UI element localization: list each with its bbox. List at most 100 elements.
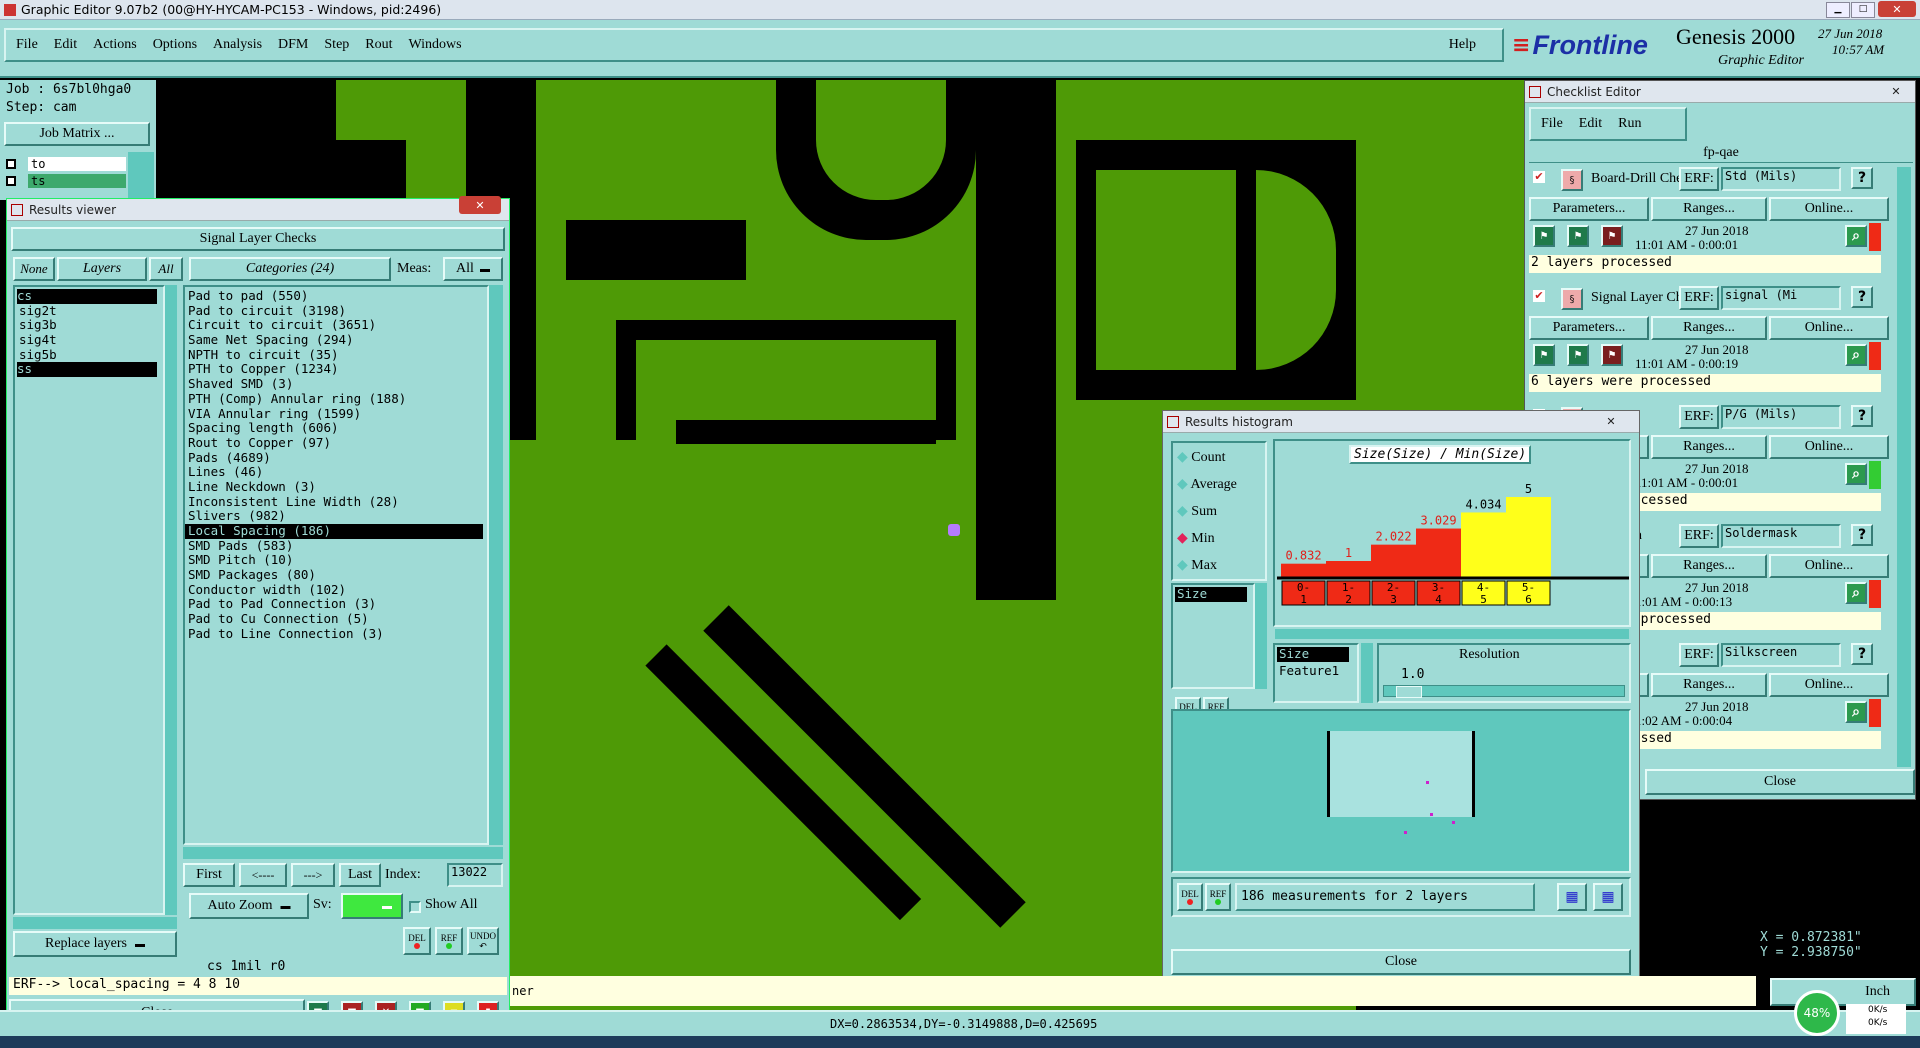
check-icon[interactable]: ✔ [1533,290,1545,302]
checklist-menu-run[interactable]: Run [1618,116,1641,132]
summary-del-button[interactable]: DEL [1177,883,1203,911]
job-matrix-button[interactable]: Job Matrix ... [4,122,150,146]
attribute-list[interactable]: Size [1171,583,1255,689]
checklist-menu-file[interactable]: File [1541,116,1563,132]
layer-row-to[interactable]: to [6,156,126,171]
erf-value[interactable]: Soldermask [1721,524,1841,548]
ranges-button[interactable]: Ranges... [1651,197,1767,221]
list-item[interactable]: Pad to Line Connection (3) [185,626,487,642]
minimize-icon[interactable]: ▁ [1826,2,1850,18]
none-button[interactable]: None [13,257,55,281]
list-item[interactable]: Lines (46) [185,465,487,480]
list-item[interactable]: Line Neckdown (3) [185,479,487,495]
help-question-icon[interactable]: ? [1851,286,1873,308]
online-button[interactable]: Online... [1769,673,1889,697]
zoom-icon[interactable]: ⌕ [1845,701,1867,723]
option-max[interactable]: ◆ Max [1177,557,1217,574]
histogram-bar[interactable] [1326,561,1371,577]
erf-value[interactable]: Silkscreen [1721,643,1841,667]
help-question-icon[interactable]: ? [1851,405,1873,427]
menu-rout[interactable]: Rout [365,37,392,53]
menu-analysis[interactable]: Analysis [213,37,262,53]
layers-scrollbar[interactable] [165,285,177,915]
help-question-icon[interactable]: ? [1851,643,1873,665]
sv-dropdown[interactable]: ▬ [341,893,403,919]
layers-hscrollbar[interactable] [13,917,177,929]
checklist-menu-edit[interactable]: Edit [1579,116,1602,132]
list-item[interactable]: PTH (Comp) Annular ring (188) [185,391,487,407]
ranges-button[interactable]: Ranges... [1651,435,1767,459]
list-item[interactable]: Shaved SMD (3) [185,376,487,392]
erf-value[interactable]: Std (Mils) [1721,167,1841,191]
categories-list[interactable]: Pad to pad (550) Pad to circuit (3198) C… [183,285,489,845]
maximize-icon[interactable]: □ [1851,2,1875,18]
undo-button[interactable]: UNDO ↶ [467,927,499,955]
menu-dfm[interactable]: DFM [278,37,308,53]
list-item[interactable]: Inconsistent Line Width (28) [185,494,487,510]
help-question-icon[interactable]: ? [1851,524,1873,546]
checklist-close-button[interactable]: Close [1645,769,1915,795]
list-item-selected[interactable]: Local Spacing (186) [185,523,483,539]
erf-button[interactable]: ERF: [1679,405,1719,429]
checklist-scrollbar[interactable] [1897,167,1911,767]
histogram-bar[interactable] [1416,528,1461,577]
show-all-checkbox[interactable] [409,901,421,913]
erf-button[interactable]: ERF: [1679,643,1719,667]
chart-hscrollbar[interactable] [1275,629,1629,639]
panel-scrollbar[interactable] [128,152,154,200]
checkbox-icon[interactable] [6,175,16,186]
list-item[interactable]: SMD Pitch (10) [185,553,487,568]
results-viewer-close-icon[interactable]: ✕ [459,196,501,214]
check-name[interactable]: Board-Drill Che [1591,171,1681,187]
parameters-button[interactable]: Parameters... [1529,316,1649,340]
list-item[interactable]: Slivers (982) [185,509,487,524]
online-button[interactable]: Online... [1769,554,1889,578]
run-icon[interactable]: ⚑ [1601,225,1623,247]
erf-button[interactable]: ERF: [1679,167,1719,191]
slider-thumb[interactable] [1396,686,1422,698]
attr-scrollbar[interactable] [1361,643,1373,703]
resolution-slider[interactable] [1383,685,1625,698]
index-input[interactable]: 13022 [447,863,503,887]
zoom-icon[interactable]: ⌕ [1845,582,1867,604]
all-layers-button[interactable]: All [149,257,183,281]
list-item[interactable]: Feature1 [1275,663,1357,679]
run-icon[interactable]: ⚑ [1533,344,1555,366]
list-item[interactable]: ss [17,362,157,378]
online-button[interactable]: Online... [1769,316,1889,340]
units-dropdown[interactable]: Inch [1770,978,1916,1006]
histogram-bar[interactable] [1371,544,1416,577]
histogram-bar[interactable] [1281,563,1326,577]
list-item[interactable]: sig4t [19,332,163,348]
export-chart-icon[interactable]: ▦ [1557,883,1587,911]
ranges-button[interactable]: Ranges... [1651,316,1767,340]
check-icon[interactable]: ✔ [1533,171,1545,183]
zoom-icon[interactable]: ⌕ [1845,463,1867,485]
menu-windows[interactable]: Windows [409,37,462,53]
list-item[interactable]: Pads (4689) [185,450,487,466]
zoom-icon[interactable]: ⌕ [1845,344,1867,366]
help-question-icon[interactable]: ? [1851,167,1873,189]
last-button[interactable]: Last [339,863,381,887]
auto-zoom-dropdown[interactable]: Auto Zoom ▬ [189,893,309,919]
attr-list-2[interactable]: Size Feature1 [1273,643,1359,703]
erf-value[interactable]: P/G (Mils) [1721,405,1841,429]
close-window-icon[interactable]: ✕ [1878,1,1916,17]
categories-scrollbar[interactable] [489,285,503,845]
list-item[interactable]: Spacing length (606) [185,420,487,436]
list-item[interactable]: NPTH to circuit (35) [185,347,487,363]
option-min[interactable]: ◆ Min [1177,530,1215,547]
zoom-icon[interactable]: ⌕ [1845,225,1867,247]
menu-help[interactable]: Help [1449,37,1476,53]
list-item[interactable]: Pad to Cu Connection (5) [185,611,487,627]
parameters-button[interactable]: Parameters... [1529,197,1649,221]
menu-step[interactable]: Step [324,37,349,53]
menu-file[interactable]: File [16,37,38,53]
online-button[interactable]: Online... [1769,435,1889,459]
list-item[interactable]: Rout to Copper (97) [185,435,487,451]
histogram-close-button[interactable]: Close [1171,949,1631,975]
list-item[interactable]: Pad to Pad Connection (3) [185,597,487,612]
histogram-bar[interactable] [1461,512,1506,577]
list-item[interactable]: Pad to circuit (3198) [185,303,487,319]
categories-hscrollbar[interactable] [183,847,503,859]
